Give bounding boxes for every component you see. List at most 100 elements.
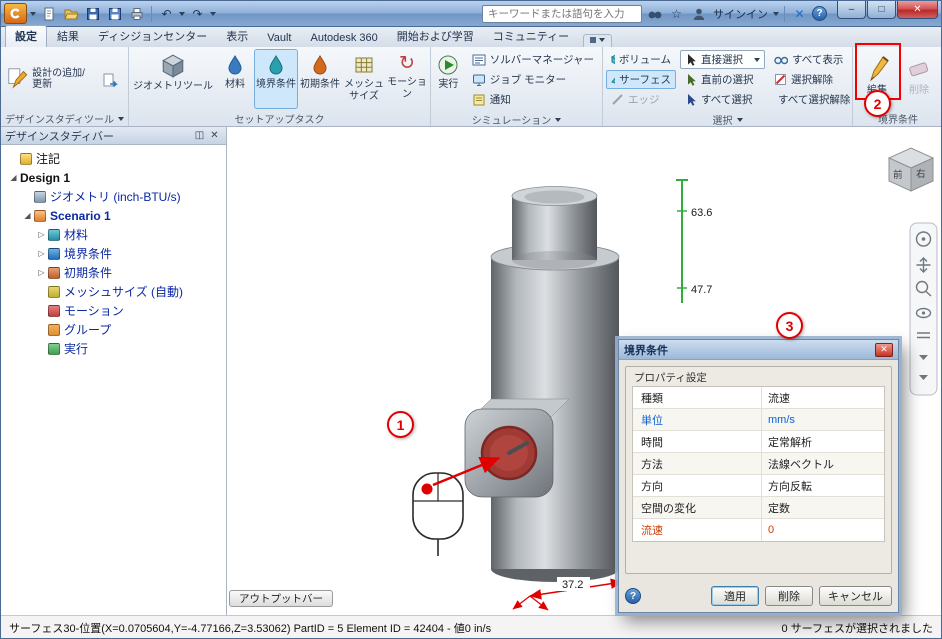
- edge-icon: [612, 94, 623, 105]
- job-monitor-button[interactable]: ジョブ モニター: [467, 70, 599, 89]
- tab-community[interactable]: コミュニティー: [484, 26, 578, 47]
- tree-item-boundary-conditions[interactable]: ▷ 境界条件: [3, 244, 224, 263]
- expand-closed-icon[interactable]: ▷: [35, 249, 48, 258]
- expand-closed-icon[interactable]: ▷: [35, 230, 48, 239]
- app-menu-caret-icon[interactable]: [30, 11, 36, 16]
- minimize-button[interactable]: –: [837, 1, 866, 19]
- tree-item-geometry[interactable]: ジオメトリ (inch-BTU/s): [3, 187, 224, 206]
- apply-button[interactable]: 適用: [711, 586, 759, 606]
- tab-decision-center[interactable]: ディシジョンセンター: [89, 26, 216, 47]
- dialog-help-icon[interactable]: ?: [625, 588, 641, 604]
- pin-icon[interactable]: ◫: [192, 129, 207, 143]
- tab-view[interactable]: 表示: [217, 26, 257, 47]
- design-study-bar-header: デザインスタディバー ◫ ✕: [1, 127, 226, 145]
- open-folder-icon[interactable]: [61, 5, 80, 23]
- combo-caret-icon: [754, 57, 760, 62]
- tree-item-mesh-size[interactable]: メッシュサイズ (自動): [3, 282, 224, 301]
- search-input[interactable]: [482, 4, 642, 23]
- cancel-button[interactable]: キャンセル: [819, 586, 892, 606]
- tab-autodesk360[interactable]: Autodesk 360: [302, 30, 387, 47]
- tree-item-materials[interactable]: ▷ 材料: [3, 225, 224, 244]
- save-as-icon[interactable]: [105, 5, 124, 23]
- property-row-unit: 単位 mm/s: [633, 409, 884, 431]
- expand-closed-icon[interactable]: ▷: [35, 268, 48, 277]
- tree-item-notes[interactable]: 注記: [3, 149, 224, 168]
- previous-selection-button[interactable]: 直前の選択: [680, 70, 765, 89]
- design-secondary-button[interactable]: [98, 49, 122, 107]
- notification-button[interactable]: 通知: [467, 90, 599, 109]
- app-logo[interactable]: [4, 3, 27, 24]
- expand-open-icon[interactable]: ◢: [7, 173, 20, 182]
- run-icon: [48, 342, 60, 355]
- run-button[interactable]: 実行: [432, 49, 465, 109]
- group-dropdown-icon[interactable]: [736, 117, 743, 122]
- job-monitor-icon: [472, 74, 485, 86]
- navigation-toolbar[interactable]: [909, 222, 938, 396]
- geometry-tools-button[interactable]: ジオメトリツール: [130, 49, 216, 109]
- tab-setup[interactable]: 設定: [5, 25, 47, 47]
- undo-caret-icon[interactable]: [179, 11, 185, 16]
- help-icon[interactable]: ?: [812, 6, 827, 21]
- titlebar: ↶ ↷ ☆ サインイン ✕ ? – □ ✕: [1, 1, 941, 27]
- undo-icon[interactable]: ↶: [157, 5, 176, 23]
- select-surface-button[interactable]: サーフェス: [606, 70, 676, 89]
- notification-icon: [473, 94, 485, 105]
- save-icon[interactable]: [83, 5, 102, 23]
- expand-open-icon[interactable]: ◢: [21, 211, 34, 220]
- delete-button[interactable]: 削除: [898, 49, 940, 109]
- show-all-button[interactable]: すべて表示: [769, 50, 849, 69]
- redo-caret-icon[interactable]: [210, 11, 216, 16]
- favorites-star-icon[interactable]: ☆: [667, 5, 686, 23]
- deselect-button[interactable]: 選択解除: [769, 70, 849, 89]
- solver-manager-button[interactable]: ソルバーマネージャー: [467, 50, 599, 69]
- maximize-button[interactable]: □: [867, 1, 896, 19]
- materials-button[interactable]: 材料: [216, 49, 254, 109]
- group-dropdown-icon[interactable]: [555, 117, 562, 122]
- dialog-delete-button[interactable]: 削除: [765, 586, 813, 606]
- panel-close-icon[interactable]: ✕: [207, 129, 222, 143]
- redo-icon[interactable]: ↷: [188, 5, 207, 23]
- left-click-dot-icon: [421, 483, 433, 495]
- callout-1: 1: [387, 411, 414, 438]
- dialog-titlebar[interactable]: 境界条件 ✕: [619, 340, 898, 360]
- close-button[interactable]: ✕: [897, 1, 938, 19]
- new-file-icon[interactable]: [39, 5, 58, 23]
- deselect-all-button[interactable]: すべて選択解除: [769, 90, 850, 109]
- print-icon[interactable]: [127, 5, 146, 23]
- user-icon[interactable]: [689, 5, 708, 23]
- viewcube[interactable]: 前 右: [887, 147, 935, 192]
- tree-item-design1[interactable]: ◢ Design 1: [3, 168, 224, 187]
- output-bar-button[interactable]: アウトプットバー: [229, 590, 333, 607]
- tab-results[interactable]: 結果: [48, 26, 88, 47]
- tree-item-groups[interactable]: グループ: [3, 320, 224, 339]
- groups-icon: [48, 323, 60, 336]
- select-edge-button[interactable]: エッジ: [606, 90, 676, 109]
- tab-vault[interactable]: Vault: [258, 30, 300, 47]
- dialog-close-icon[interactable]: ✕: [875, 342, 893, 357]
- motion-button[interactable]: ↻ モーション: [386, 49, 428, 109]
- initial-conditions-button[interactable]: 初期条件: [298, 49, 342, 109]
- select-all-button[interactable]: すべて選択: [680, 90, 765, 109]
- signin-caret-icon[interactable]: [773, 11, 779, 16]
- tree-item-motion[interactable]: モーション: [3, 301, 224, 320]
- direct-select-dropdown[interactable]: 直接選択: [680, 50, 765, 69]
- tab-overflow-button[interactable]: [583, 34, 613, 47]
- group-dropdown-icon[interactable]: [118, 116, 125, 121]
- tree-item-run[interactable]: 実行: [3, 339, 224, 358]
- tab-getting-started[interactable]: 開始および学習: [388, 26, 483, 47]
- select-volume-button[interactable]: ボリューム: [606, 50, 676, 69]
- volume-cube-icon: [611, 54, 615, 65]
- tree-item-initial-conditions[interactable]: ▷ 初期条件: [3, 263, 224, 282]
- add-update-design-button[interactable]: 設計の追加/更新: [2, 49, 98, 107]
- status-bar: サーフェス30-位置(X=0.0705604,Y=-4.77166,Z=3.53…: [1, 615, 941, 638]
- dialog-buttons: ? 適用 削除 キャンセル: [625, 586, 892, 606]
- ribbon-tab-row: 設定 結果 ディシジョンセンター 表示 Vault Autodesk 360 開…: [1, 25, 941, 47]
- exchange-apps-icon[interactable]: ✕: [790, 5, 809, 23]
- boundary-conditions-button[interactable]: 境界条件: [254, 49, 298, 109]
- tree-item-scenario1[interactable]: ◢ Scenario 1: [3, 206, 224, 225]
- app-logo-icon: [10, 8, 20, 19]
- signin-link[interactable]: サインイン: [711, 6, 770, 22]
- titlebar-separator: [784, 5, 785, 22]
- binoculars-icon[interactable]: [645, 5, 664, 23]
- mesh-size-button[interactable]: メッシュ サイズ: [342, 49, 386, 109]
